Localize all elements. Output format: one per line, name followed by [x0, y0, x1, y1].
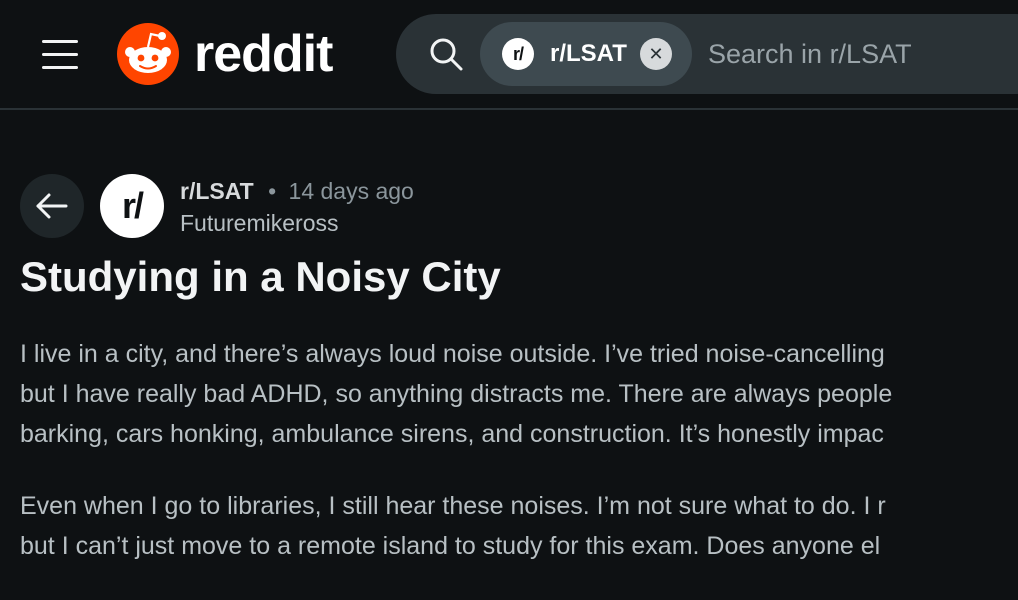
subreddit-avatar[interactable]: r/	[100, 174, 164, 238]
search-icon	[430, 38, 463, 71]
post-body: I live in a city, and there’s always lou…	[20, 334, 1018, 566]
meta-separator: •	[268, 178, 277, 204]
body-paragraph: I live in a city, and there’s always lou…	[20, 334, 1018, 454]
hamburger-menu-icon[interactable]	[40, 36, 80, 72]
body-line: but I have really bad ADHD, so anything …	[20, 380, 893, 408]
search-input[interactable]	[708, 34, 1018, 74]
search-scope-label: r/LSAT	[550, 40, 627, 67]
body-paragraph: Even when I go to libraries, I still hea…	[20, 486, 1018, 566]
author-link[interactable]: Futuremikeross	[180, 208, 338, 238]
body-line: Even when I go to libraries, I still hea…	[20, 492, 886, 520]
subreddit-link[interactable]: r/LSAT	[180, 178, 254, 204]
post-meta: r/LSAT • 14 days ago	[180, 176, 414, 206]
close-icon[interactable]: ✕	[640, 38, 672, 70]
body-line: barking, cars honking, ambulance sirens,…	[20, 420, 884, 448]
post-timestamp: 14 days ago	[288, 178, 414, 204]
reddit-wordmark: reddit	[194, 25, 333, 83]
body-line: I live in a city, and there’s always lou…	[20, 340, 885, 368]
top-header: reddit r/ r/LSAT ✕	[0, 0, 1018, 110]
arrow-left-icon	[36, 193, 68, 219]
search-bar[interactable]: r/ r/LSAT ✕	[396, 14, 1018, 94]
search-scope-chip[interactable]: r/ r/LSAT ✕	[480, 22, 692, 86]
post-title: Studying in a Noisy City	[20, 253, 501, 300]
reddit-logo[interactable]: reddit	[116, 22, 356, 88]
body-line: but I can’t just move to a remote island…	[20, 532, 881, 560]
subreddit-chip-avatar: r/	[502, 38, 534, 70]
reddit-snoo-icon	[117, 23, 179, 85]
back-button[interactable]	[20, 174, 84, 238]
